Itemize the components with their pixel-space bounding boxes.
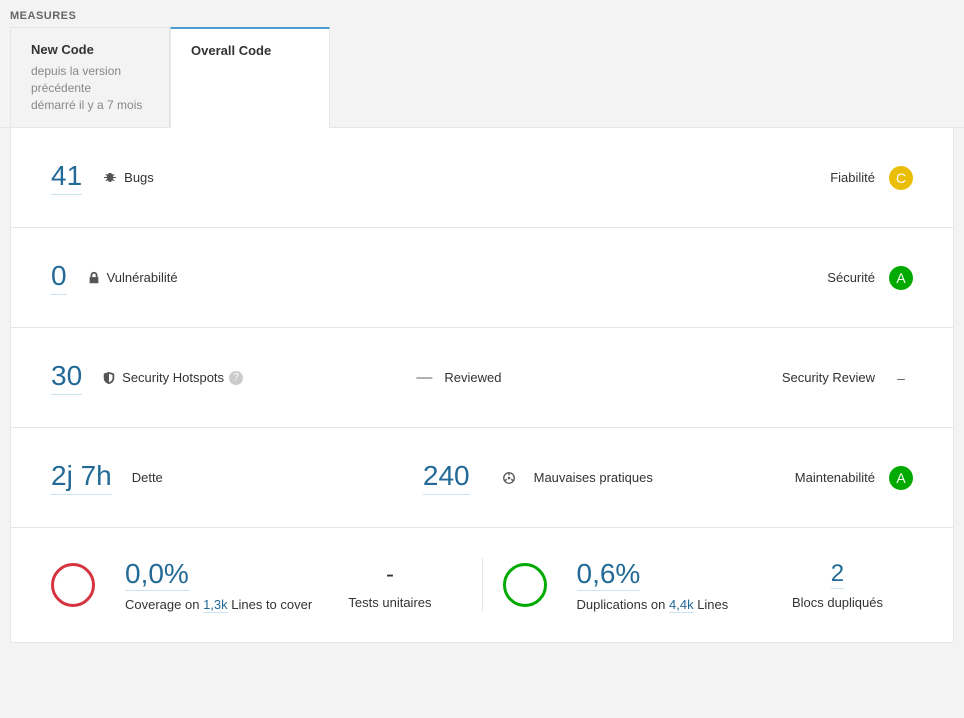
coverage-sub: Coverage on 1,3k Lines to cover xyxy=(125,597,312,612)
tab-new-code-sub2: démarré il y a 7 mois xyxy=(31,97,149,114)
bugs-row: 41 Bugs Fiabilité C xyxy=(11,128,953,228)
tab-new-code-title: New Code xyxy=(31,42,149,57)
tabs: New Code depuis la version précédente dé… xyxy=(0,27,964,128)
tab-new-code-sub1: depuis la version précédente xyxy=(31,63,149,97)
bugs-label: Bugs xyxy=(124,170,154,185)
overall-panel: 41 Bugs Fiabilité C 0 Vulnérabilité Sécu… xyxy=(10,128,954,643)
duplications-pct[interactable]: 0,6% xyxy=(577,558,641,591)
bottom-row: 0,0% Coverage on 1,3k Lines to cover - T… xyxy=(11,528,953,642)
vulnerabilities-label: Vulnérabilité xyxy=(107,270,178,285)
lines-link[interactable]: 4,4k xyxy=(669,597,694,613)
code-smells-count[interactable]: 240 xyxy=(423,460,470,495)
tab-overall-code[interactable]: Overall Code xyxy=(170,27,330,128)
reliability-label: Fiabilité xyxy=(830,170,875,185)
debt-label: Dette xyxy=(132,470,163,485)
hotspots-count[interactable]: 30 xyxy=(51,360,82,395)
hotspots-row: 30 Security Hotspots ? — Reviewed Securi… xyxy=(11,328,953,428)
coverage-pct[interactable]: 0,0% xyxy=(125,558,189,591)
coverage-circle-icon xyxy=(51,563,95,607)
debt-value[interactable]: 2j 7h xyxy=(51,460,112,495)
security-review-label: Security Review xyxy=(782,370,875,385)
duplications-sub: Duplications on 4,4k Lines xyxy=(577,597,729,612)
hotspots-label: Security Hotspots xyxy=(122,370,224,385)
maintainability-label: Maintenabilité xyxy=(795,470,875,485)
help-icon[interactable]: ? xyxy=(229,371,243,385)
duplications-circle-icon xyxy=(503,563,547,607)
tab-new-code[interactable]: New Code depuis la version précédente dé… xyxy=(10,27,170,127)
maintainability-rating: A xyxy=(889,466,913,490)
reviewed-dash: — xyxy=(416,369,432,387)
bugs-count[interactable]: 41 xyxy=(51,160,82,195)
duplicated-blocks-value[interactable]: 2 xyxy=(831,560,844,589)
vulnerabilities-row: 0 Vulnérabilité Sécurité A xyxy=(11,228,953,328)
shield-icon xyxy=(102,371,116,385)
unit-tests-value: - xyxy=(348,561,431,589)
reviewed-label: Reviewed xyxy=(444,370,501,385)
code-smell-icon xyxy=(502,471,516,485)
reliability-rating: C xyxy=(889,166,913,190)
lines-to-cover-link[interactable]: 1,3k xyxy=(203,597,228,613)
measures-header: MEASURES xyxy=(0,0,964,27)
security-review-rating: – xyxy=(889,366,913,390)
duplications-section: 0,6% Duplications on 4,4k Lines 2 Blocs … xyxy=(503,558,914,612)
security-rating: A xyxy=(889,266,913,290)
tab-overall-title: Overall Code xyxy=(191,43,309,58)
unit-tests-label: Tests unitaires xyxy=(348,595,431,610)
lock-icon xyxy=(87,271,101,285)
code-smells-label: Mauvaises pratiques xyxy=(534,470,653,485)
security-label: Sécurité xyxy=(827,270,875,285)
maintainability-row: 2j 7h Dette 240 Mauvaises pratiques Main… xyxy=(11,428,953,528)
coverage-section: 0,0% Coverage on 1,3k Lines to cover - T… xyxy=(51,558,462,612)
bug-icon xyxy=(102,170,118,186)
duplicated-blocks-label: Blocs dupliqués xyxy=(792,595,883,610)
vulnerabilities-count[interactable]: 0 xyxy=(51,260,67,295)
